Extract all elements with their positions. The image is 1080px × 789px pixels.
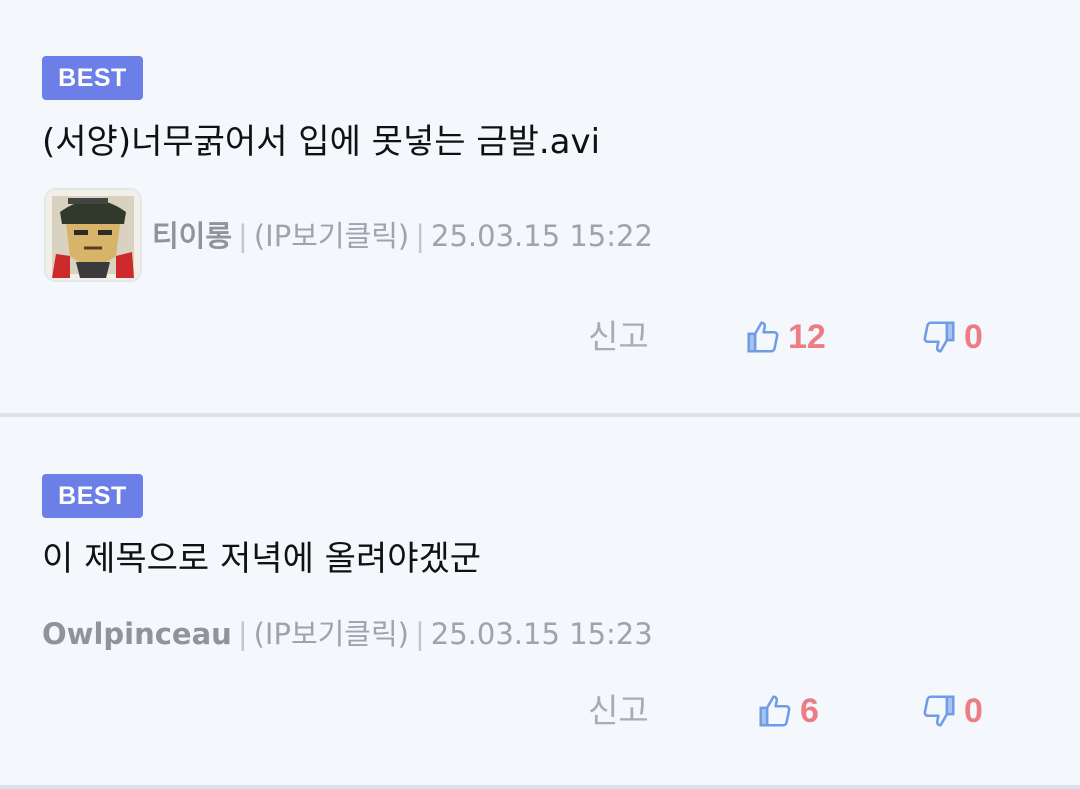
comment-text: 이 제목으로 저녁에 올려야겠군	[42, 539, 482, 579]
like-button[interactable]: 6	[756, 686, 819, 736]
comment-datetime: 25.03.15 15:23	[430, 617, 653, 651]
ip-link[interactable]: (IP보기클릭)	[254, 219, 409, 253]
separator: |	[414, 617, 425, 651]
like-count: 12	[788, 317, 826, 356]
avatar-image	[46, 190, 140, 280]
report-button[interactable]: 신고	[588, 686, 649, 736]
comment-text: (서양)너무굵어서 입에 못넣는 금발.avi	[42, 122, 601, 162]
best-badge: BEST	[42, 474, 143, 518]
divider	[0, 785, 1080, 789]
report-button[interactable]: 신고	[588, 312, 649, 362]
comment-item: BEST 이 제목으로 저녁에 올려야겠군 Owlpinceau | (IP보기클릭…	[0, 418, 1080, 786]
comment-actions: 신고 12 0	[0, 312, 1080, 362]
dislike-count: 0	[964, 317, 983, 356]
comment-meta: 티이롱 | (IP보기클릭) | 25.03.15 15:22	[152, 216, 653, 256]
thumbs-down-icon	[923, 695, 955, 727]
comment-actions: 신고 6 0	[0, 686, 1080, 736]
separator: |	[237, 617, 248, 651]
dislike-button[interactable]: 0	[920, 686, 983, 736]
author-name[interactable]: 티이롱	[152, 219, 232, 253]
like-count: 6	[800, 691, 819, 730]
dislike-count: 0	[964, 691, 983, 730]
like-button[interactable]: 12	[744, 312, 826, 362]
comment-meta: Owlpinceau | (IP보기클릭) | 25.03.15 15:23	[42, 614, 653, 654]
thumbs-down-icon	[923, 321, 955, 353]
ip-link[interactable]: (IP보기클릭)	[254, 617, 409, 651]
author-name[interactable]: Owlpinceau	[42, 617, 232, 651]
separator: |	[238, 219, 248, 253]
thumbs-up-icon	[759, 695, 791, 727]
thumbs-up-icon	[747, 321, 779, 353]
avatar[interactable]	[44, 188, 142, 282]
best-badge: BEST	[42, 56, 143, 100]
comment-item: BEST (서양)너무굵어서 입에 못넣는 금발.avi 티이롱 | (IP보기클릭…	[0, 0, 1080, 414]
dislike-button[interactable]: 0	[920, 312, 983, 362]
separator: |	[415, 219, 425, 253]
divider	[0, 413, 1080, 417]
comment-datetime: 25.03.15 15:22	[431, 219, 653, 253]
